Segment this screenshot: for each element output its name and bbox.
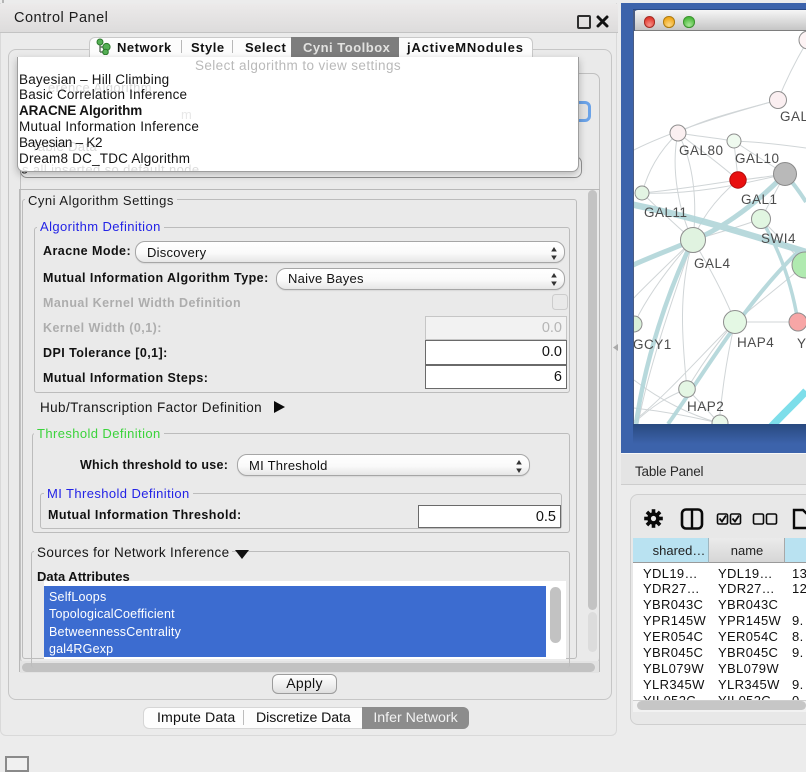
svg-text:GAL: GAL [780, 109, 806, 124]
svg-text:GCY1: GCY1 [634, 337, 672, 352]
svg-text:HAP4: HAP4 [737, 335, 774, 350]
svg-text:Y: Y [797, 336, 806, 351]
svg-text:GAL11: GAL11 [644, 205, 688, 220]
svg-text:SWI4: SWI4 [761, 231, 796, 246]
svg-text:GAL10: GAL10 [735, 151, 780, 166]
svg-text:HAP2: HAP2 [687, 399, 724, 414]
svg-text:GAL1: GAL1 [741, 192, 778, 207]
svg-text:GAL4: GAL4 [694, 256, 731, 271]
svg-text:GAL80: GAL80 [679, 143, 724, 158]
